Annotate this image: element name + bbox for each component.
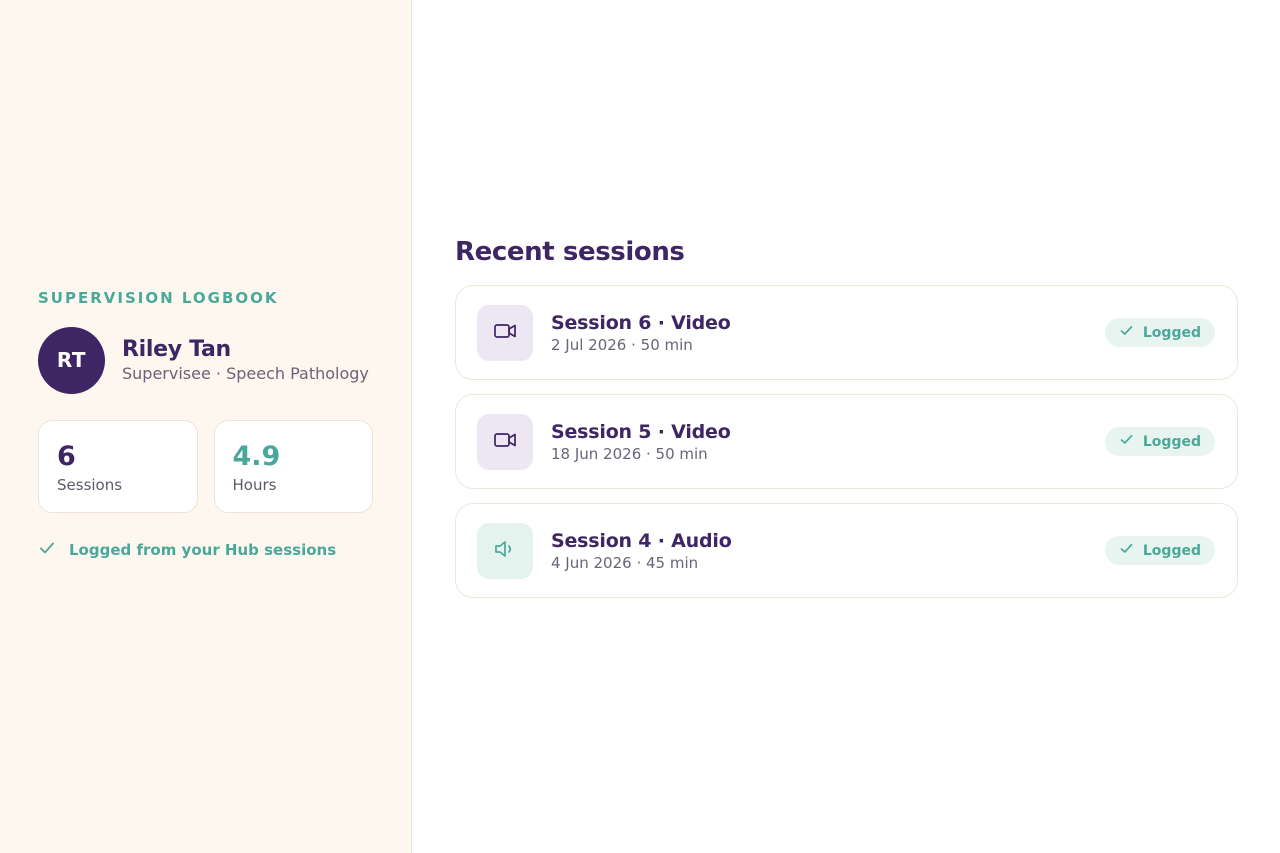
stat-card-sessions: 6 Sessions xyxy=(38,419,198,513)
session-text: Session 5 · Video 18 Jun 2026 · 50 min xyxy=(551,421,1105,463)
status-badge: Logged xyxy=(1104,318,1215,347)
sync-note-text: Logged from your Hub sessions xyxy=(69,540,337,559)
session-list: Session 6 · Video 2 Jul 2026 · 50 min Lo… xyxy=(455,285,1238,598)
status-badge-label: Logged xyxy=(1142,542,1201,559)
stat-label-hours: Hours xyxy=(232,475,277,494)
session-title: Session 6 · Video xyxy=(551,311,731,334)
avatar: RT xyxy=(38,326,105,394)
sessions-panel: Recent sessions Session 6 · Video 2 Jul … xyxy=(412,0,1280,853)
section-title: Recent sessions xyxy=(455,237,685,267)
session-meta: 4 Jun 2026 · 45 min xyxy=(551,553,699,572)
check-icon xyxy=(1119,432,1134,451)
profile-panel: SUPERVISION LOGBOOK RT Riley Tan Supervi… xyxy=(0,0,412,853)
check-icon xyxy=(38,539,56,561)
check-icon xyxy=(1119,541,1134,560)
video-camera-icon xyxy=(492,318,518,348)
session-type-tile xyxy=(477,522,533,579)
app-root: SUPERVISION LOGBOOK RT Riley Tan Supervi… xyxy=(0,0,1280,853)
session-title: Session 4 · Audio xyxy=(551,529,732,552)
session-title: Session 5 · Video xyxy=(551,420,731,443)
session-text: Session 4 · Audio 4 Jun 2026 · 45 min xyxy=(551,530,1105,572)
profile-role: Supervisee · Speech Pathology xyxy=(122,364,369,383)
logbook-eyebrow: SUPERVISION LOGBOOK xyxy=(38,288,279,307)
profile-header: RT Riley Tan Supervisee · Speech Patholo… xyxy=(38,326,373,394)
stat-value-sessions: 6 xyxy=(57,440,76,472)
session-type-tile xyxy=(477,304,533,361)
stat-card-hours: 4.9 Hours xyxy=(213,419,373,513)
session-card[interactable]: Session 5 · Video 18 Jun 2026 · 50 min L… xyxy=(455,394,1238,489)
profile-text: Riley Tan Supervisee · Speech Pathology xyxy=(122,337,369,383)
stat-label-sessions: Sessions xyxy=(57,475,123,494)
session-type-tile xyxy=(477,413,533,470)
speaker-icon xyxy=(492,536,518,566)
status-badge: Logged xyxy=(1104,536,1215,565)
session-card[interactable]: Session 6 · Video 2 Jul 2026 · 50 min Lo… xyxy=(455,285,1238,380)
session-text: Session 6 · Video 2 Jul 2026 · 50 min xyxy=(551,312,1105,354)
stats-row: 6 Sessions 4.9 Hours xyxy=(38,419,373,513)
stat-value-hours: 4.9 xyxy=(232,440,281,472)
profile-name: Riley Tan xyxy=(122,337,231,362)
session-card[interactable]: Session 4 · Audio 4 Jun 2026 · 45 min Lo… xyxy=(455,503,1238,598)
video-camera-icon xyxy=(492,427,518,457)
status-badge-label: Logged xyxy=(1142,324,1201,341)
status-badge: Logged xyxy=(1104,427,1215,456)
session-meta: 2 Jul 2026 · 50 min xyxy=(551,335,693,354)
check-icon xyxy=(1119,323,1134,342)
status-badge-label: Logged xyxy=(1142,433,1201,450)
session-meta: 18 Jun 2026 · 50 min xyxy=(551,444,708,463)
sync-note: Logged from your Hub sessions xyxy=(38,539,373,561)
